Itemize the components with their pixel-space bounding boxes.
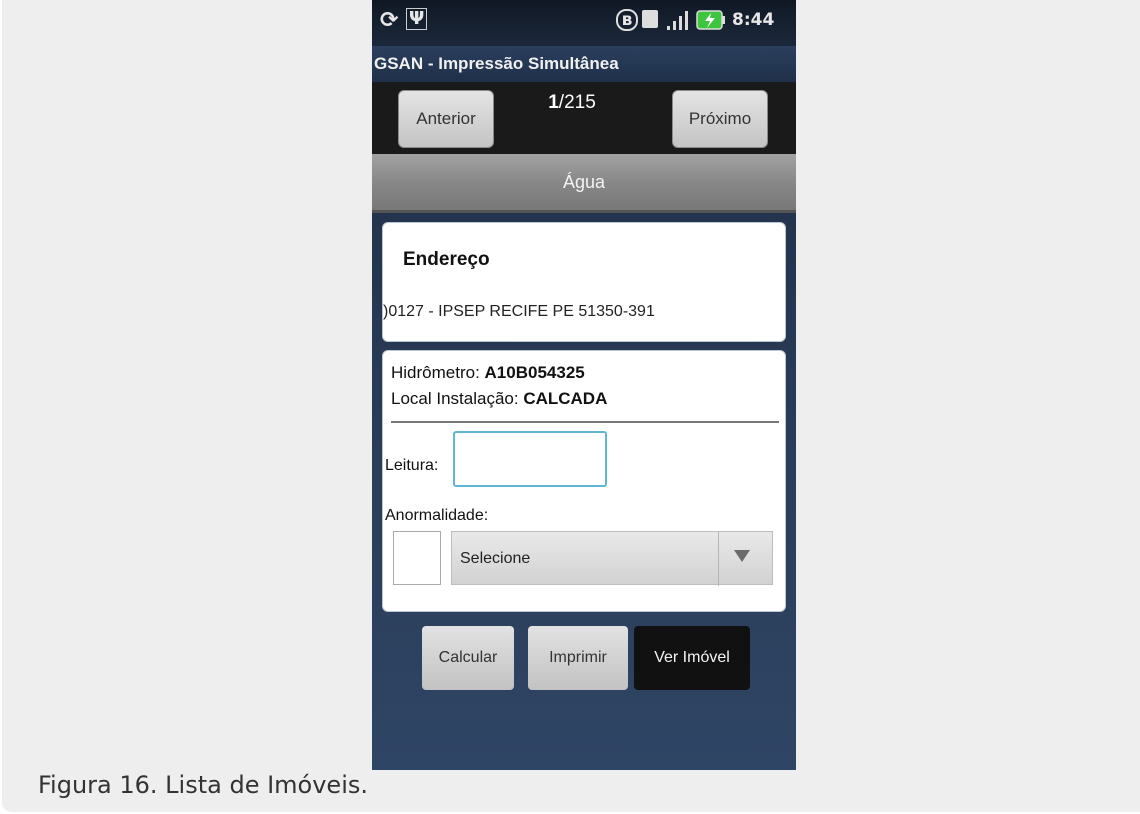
anomaly-label: Anormalidade: (385, 507, 489, 524)
next-button[interactable]: Próximo (672, 90, 768, 148)
dropdown-arrow-icon[interactable] (734, 550, 750, 562)
reading-input[interactable] (453, 431, 607, 487)
install-location-line: Local Instalação: CALCADA (391, 389, 607, 409)
anomaly-code-field[interactable] (393, 531, 441, 585)
install-location-label: Local Instalação: (391, 389, 524, 408)
usb-icon: Ψ (406, 8, 428, 30)
anomaly-select[interactable]: Selecione (451, 531, 773, 586)
select-divider (718, 532, 719, 586)
reading-card: Hidrômetro: A10B054325 Local Instalação:… (382, 350, 786, 612)
calculate-button[interactable]: Calcular (422, 626, 514, 690)
current-record: 1 (548, 92, 559, 113)
app-title: GSAN - Impressão Simultânea (374, 54, 619, 73)
record-navigation: Anterior 1/215 Próximo (372, 82, 796, 154)
reading-label: Leitura: (385, 457, 439, 474)
signal-icon (667, 11, 688, 30)
status-bar: ⟳ Ψ ʙ 8:44 (372, 0, 796, 46)
figure-caption: Figura 16. Lista de Imóveis. (38, 771, 368, 799)
previous-button[interactable]: Anterior (398, 90, 494, 148)
storage-icon (642, 10, 658, 28)
record-counter: 1/215 (522, 92, 622, 114)
address-text: )0127 - IPSEP RECIFE PE 51350-391 (383, 303, 655, 320)
sync-icon: ⟳ (380, 8, 399, 33)
install-location-value: CALCADA (523, 389, 608, 408)
address-card: Endereço )0127 - IPSEP RECIFE PE 51350-3… (382, 222, 786, 342)
meter-label: Hidrômetro: (391, 363, 485, 382)
bluetooth-icon: ʙ (616, 9, 638, 31)
figure-panel: ⟳ Ψ ʙ 8:44 GSAN - Impressão Simultânea A (2, 0, 1140, 812)
meter-value: A10B054325 (484, 363, 585, 382)
battery-icon (696, 10, 725, 30)
app-title-bar: GSAN - Impressão Simultânea (372, 46, 796, 82)
section-header: Água (372, 154, 796, 213)
address-heading: Endereço (403, 249, 490, 270)
meter-line: Hidrômetro: A10B054325 (391, 363, 585, 383)
print-button[interactable]: Imprimir (528, 626, 628, 690)
status-time: 8:44 (732, 10, 775, 30)
view-property-button[interactable]: Ver Imóvel (634, 626, 750, 690)
anomaly-selected-value: Selecione (460, 550, 531, 567)
divider (391, 421, 779, 423)
phone-screenshot: ⟳ Ψ ʙ 8:44 GSAN - Impressão Simultânea A (372, 0, 796, 770)
total-records: /215 (558, 92, 596, 113)
